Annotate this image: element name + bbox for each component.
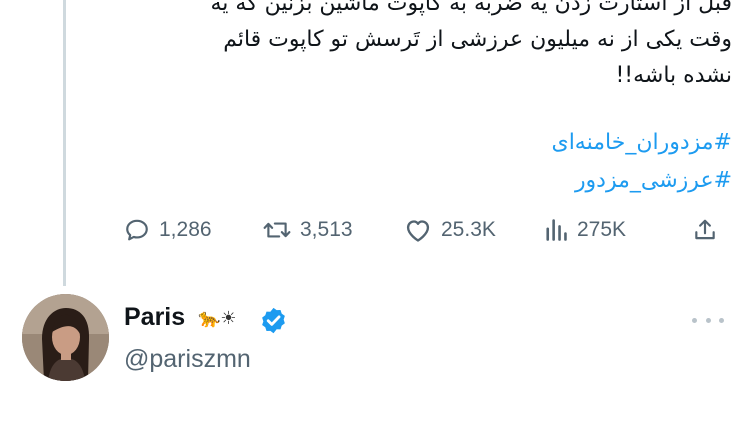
reply-icon <box>126 219 148 241</box>
hashtag-link[interactable]: #مزدوران_خامنه‌ای <box>551 124 732 162</box>
share-icon <box>695 219 715 240</box>
more-dot-icon <box>692 317 697 323</box>
like-count: 25.3K <box>441 218 496 241</box>
tweet-text: قبل از استارت زدن یه ضربه به کاپوت ماشین… <box>132 0 733 94</box>
views-button[interactable]: 275K <box>544 208 626 252</box>
share-button[interactable] <box>692 208 718 252</box>
tweet-actions: 1,286 3,513 25.3K 275K <box>124 208 730 252</box>
more-dot-icon <box>705 317 711 323</box>
retweet-button[interactable]: 3,513 <box>263 208 353 252</box>
views-icon <box>546 219 567 241</box>
hashtag-link[interactable]: #عرزشی_مزدور <box>551 162 732 200</box>
retweet-count: 3,513 <box>300 218 353 241</box>
like-button[interactable]: 25.3K <box>404 208 496 252</box>
verified-badge-icon <box>259 306 288 339</box>
hashtag-list: #مزدوران_خامنه‌ای #عرزشی_مزدور <box>551 124 732 200</box>
reply-count: 1,286 <box>159 218 212 241</box>
heart-icon <box>406 220 430 242</box>
thread-line <box>63 0 66 286</box>
tweet-text-line: وقت یکی از نه میلیون عرزشی از تَرسش تو ک… <box>223 27 732 52</box>
display-name[interactable]: Paris <box>124 303 185 332</box>
avatar[interactable] <box>22 294 109 381</box>
reply-button[interactable]: 1,286 <box>124 208 212 252</box>
retweet-icon <box>263 222 291 238</box>
more-options-button[interactable] <box>692 312 724 328</box>
views-count: 275K <box>577 218 627 241</box>
tweet-text-line: قبل از استارت زدن یه ضربه به کاپوت ماشین… <box>210 0 733 16</box>
user-card: Paris 🐆☀ @pariszmn <box>0 290 750 390</box>
name-emoji: 🐆☀ <box>198 308 237 329</box>
more-dot-icon <box>719 317 724 323</box>
tweet-text-line: نشده باشه!! <box>615 63 732 88</box>
user-handle[interactable]: @pariszmn <box>124 345 251 374</box>
